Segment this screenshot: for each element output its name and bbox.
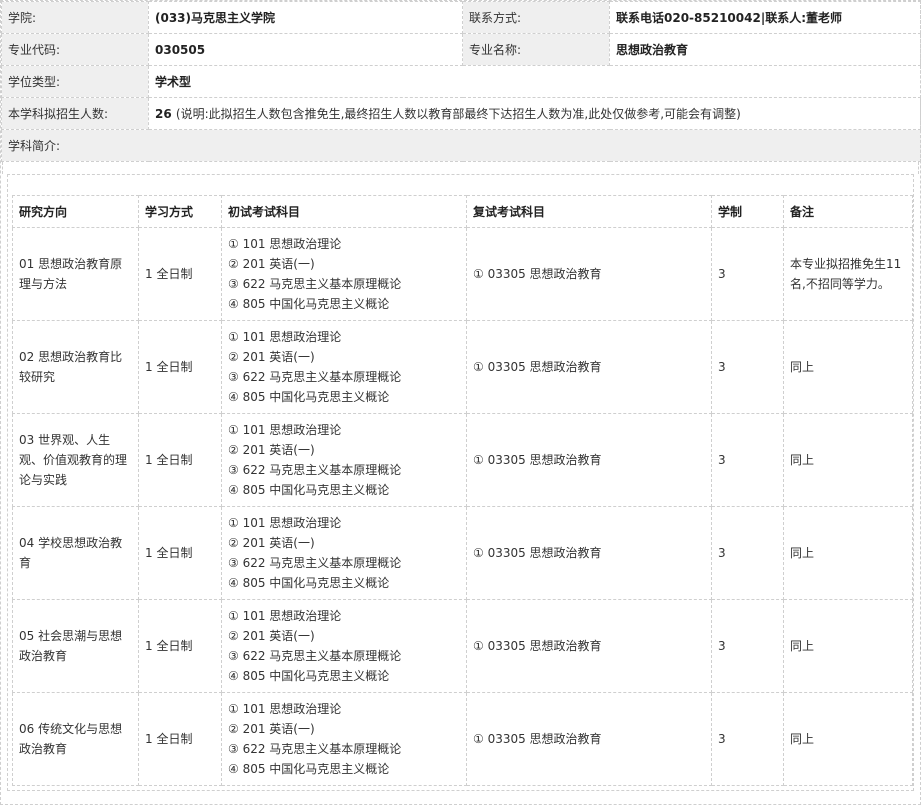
mode-cell: 1 全日制 <box>138 599 222 693</box>
retest-cell: ① 03305 思想政治教育 <box>466 227 712 321</box>
exam-subject: ④ 805 中国化马克思主义概论 <box>228 762 390 776</box>
direction-cell: 05 社会思潮与思想政治教育 <box>12 599 139 693</box>
degree-label: 学位类型: <box>1 65 149 98</box>
college-value: (033)马克思主义学院 <box>148 1 463 34</box>
intro-content-empty <box>2 162 919 174</box>
quota-label: 本学科拟招生人数: <box>1 97 149 130</box>
degree-value: 学术型 <box>148 65 921 98</box>
years-cell: 3 <box>711 227 784 321</box>
note-cell: 同上 <box>783 320 913 414</box>
note-cell: 同上 <box>783 692 913 786</box>
table-row: 06 传统文化与思想政治教育 1 全日制 ① 101 思想政治理论 ② 201 … <box>12 692 913 786</box>
retest-cell: ① 03305 思想政治教育 <box>466 506 712 600</box>
header-note: 备注 <box>783 195 913 228</box>
contact-label: 联系方式: <box>462 1 610 34</box>
directions-table-container: 研究方向 学习方式 初试考试科目 复试考试科目 学制 备注 01 思想政治教育原… <box>7 174 914 791</box>
exam-subject: ③ 622 马克思主义基本原理概论 <box>228 277 402 291</box>
table-row: 05 社会思潮与思想政治教育 1 全日制 ① 101 思想政治理论 ② 201 … <box>12 599 913 693</box>
table-row: 02 思想政治教育比较研究 1 全日制 ① 101 思想政治理论 ② 201 英… <box>12 320 913 414</box>
exam-subject: ④ 805 中国化马克思主义概论 <box>228 390 390 404</box>
exam-subject: ① 101 思想政治理论 <box>228 423 342 437</box>
mode-cell: 1 全日制 <box>138 692 222 786</box>
direction-cell: 02 思想政治教育比较研究 <box>12 320 139 414</box>
program-info-table: 学院: (033)马克思主义学院 联系方式: 联系电话020-85210042|… <box>1 1 921 162</box>
mode-cell: 1 全日制 <box>138 320 222 414</box>
exam-subject: ① 101 思想政治理论 <box>228 330 342 344</box>
direction-cell: 03 世界观、人生观、价值观教育的理论与实践 <box>12 413 139 507</box>
retest-cell: ① 03305 思想政治教育 <box>466 413 712 507</box>
exam-subject: ③ 622 马克思主义基本原理概论 <box>228 463 402 477</box>
info-row-major: 专业代码: 030505 专业名称: 思想政治教育 <box>1 33 921 66</box>
retest-cell: ① 03305 思想政治教育 <box>466 320 712 414</box>
exam-cell: ① 101 思想政治理论 ② 201 英语(一) ③ 622 马克思主义基本原理… <box>221 227 467 321</box>
years-cell: 3 <box>711 506 784 600</box>
exam-subject: ④ 805 中国化马克思主义概论 <box>228 669 390 683</box>
table-row: 03 世界观、人生观、价值观教育的理论与实践 1 全日制 ① 101 思想政治理… <box>12 413 913 507</box>
years-cell: 3 <box>711 692 784 786</box>
table-row: 04 学校思想政治教育 1 全日制 ① 101 思想政治理论 ② 201 英语(… <box>12 506 913 600</box>
retest-cell: ① 03305 思想政治教育 <box>466 599 712 693</box>
info-row-degree: 学位类型: 学术型 <box>1 65 921 98</box>
exam-subject: ② 201 英语(一) <box>228 443 315 457</box>
college-label: 学院: <box>1 1 149 34</box>
info-row-intro: 学科简介: <box>1 129 921 162</box>
exam-subject: ② 201 英语(一) <box>228 722 315 736</box>
exam-cell: ① 101 思想政治理论 ② 201 英语(一) ③ 622 马克思主义基本原理… <box>221 692 467 786</box>
exam-subject: ③ 622 马克思主义基本原理概论 <box>228 742 402 756</box>
note-cell: 同上 <box>783 506 913 600</box>
header-direction: 研究方向 <box>12 195 139 228</box>
quota-cell: 26 (说明:此拟招生人数包含推免生,最终招生人数以教育部最终下达招生人数为准,… <box>148 97 921 130</box>
mode-cell: 1 全日制 <box>138 506 222 600</box>
direction-cell: 06 传统文化与思想政治教育 <box>12 692 139 786</box>
exam-subject: ② 201 英语(一) <box>228 350 315 364</box>
exam-subject: ② 201 英语(一) <box>228 257 315 271</box>
note-cell: 本专业拟招推免生11名,不招同等学力。 <box>783 227 913 321</box>
exam-subject: ④ 805 中国化马克思主义概论 <box>228 483 390 497</box>
exam-subject: ① 101 思想政治理论 <box>228 516 342 530</box>
program-info-page: 学院: (033)马克思主义学院 联系方式: 联系电话020-85210042|… <box>0 0 921 805</box>
quota-note: (说明:此拟招生人数包含推免生,最终招生人数以教育部最终下达招生人数为准,此处仅… <box>175 107 741 121</box>
quota-value: 26 <box>155 107 172 121</box>
exam-subject: ③ 622 马克思主义基本原理概论 <box>228 370 402 384</box>
info-row-quota: 本学科拟招生人数: 26 (说明:此拟招生人数包含推免生,最终招生人数以教育部最… <box>1 97 921 130</box>
exam-cell: ① 101 思想政治理论 ② 201 英语(一) ③ 622 马克思主义基本原理… <box>221 320 467 414</box>
exam-subject: ① 101 思想政治理论 <box>228 702 342 716</box>
note-cell: 同上 <box>783 413 913 507</box>
info-row-college: 学院: (033)马克思主义学院 联系方式: 联系电话020-85210042|… <box>1 1 921 34</box>
intro-label: 学科简介: <box>1 129 921 162</box>
note-cell: 同上 <box>783 599 913 693</box>
exam-subject: ③ 622 马克思主义基本原理概论 <box>228 649 402 663</box>
direction-cell: 01 思想政治教育原理与方法 <box>12 227 139 321</box>
exam-cell: ① 101 思想政治理论 ② 201 英语(一) ③ 622 马克思主义基本原理… <box>221 599 467 693</box>
header-mode: 学习方式 <box>138 195 222 228</box>
contact-value: 联系电话020-85210042|联系人:董老师 <box>609 1 921 34</box>
exam-subject: ② 201 英语(一) <box>228 629 315 643</box>
exam-subject: ① 101 思想政治理论 <box>228 237 342 251</box>
mode-cell: 1 全日制 <box>138 413 222 507</box>
header-exam: 初试考试科目 <box>221 195 467 228</box>
major-code-label: 专业代码: <box>1 33 149 66</box>
major-name-label: 专业名称: <box>462 33 610 66</box>
exam-subject: ② 201 英语(一) <box>228 536 315 550</box>
exam-cell: ① 101 思想政治理论 ② 201 英语(一) ③ 622 马克思主义基本原理… <box>221 413 467 507</box>
header-retest: 复试考试科目 <box>466 195 712 228</box>
exam-subject: ① 101 思想政治理论 <box>228 609 342 623</box>
exam-subject: ④ 805 中国化马克思主义概论 <box>228 576 390 590</box>
header-years: 学制 <box>711 195 784 228</box>
years-cell: 3 <box>711 320 784 414</box>
directions-table: 研究方向 学习方式 初试考试科目 复试考试科目 学制 备注 01 思想政治教育原… <box>12 195 913 786</box>
exam-cell: ① 101 思想政治理论 ② 201 英语(一) ③ 622 马克思主义基本原理… <box>221 506 467 600</box>
years-cell: 3 <box>711 413 784 507</box>
exam-subject: ③ 622 马克思主义基本原理概论 <box>228 556 402 570</box>
directions-header-row: 研究方向 学习方式 初试考试科目 复试考试科目 学制 备注 <box>12 195 913 228</box>
major-code-value: 030505 <box>148 33 463 66</box>
direction-cell: 04 学校思想政治教育 <box>12 506 139 600</box>
retest-cell: ① 03305 思想政治教育 <box>466 692 712 786</box>
mode-cell: 1 全日制 <box>138 227 222 321</box>
major-name-value: 思想政治教育 <box>609 33 921 66</box>
exam-subject: ④ 805 中国化马克思主义概论 <box>228 297 390 311</box>
table-row: 01 思想政治教育原理与方法 1 全日制 ① 101 思想政治理论 ② 201 … <box>12 227 913 321</box>
years-cell: 3 <box>711 599 784 693</box>
